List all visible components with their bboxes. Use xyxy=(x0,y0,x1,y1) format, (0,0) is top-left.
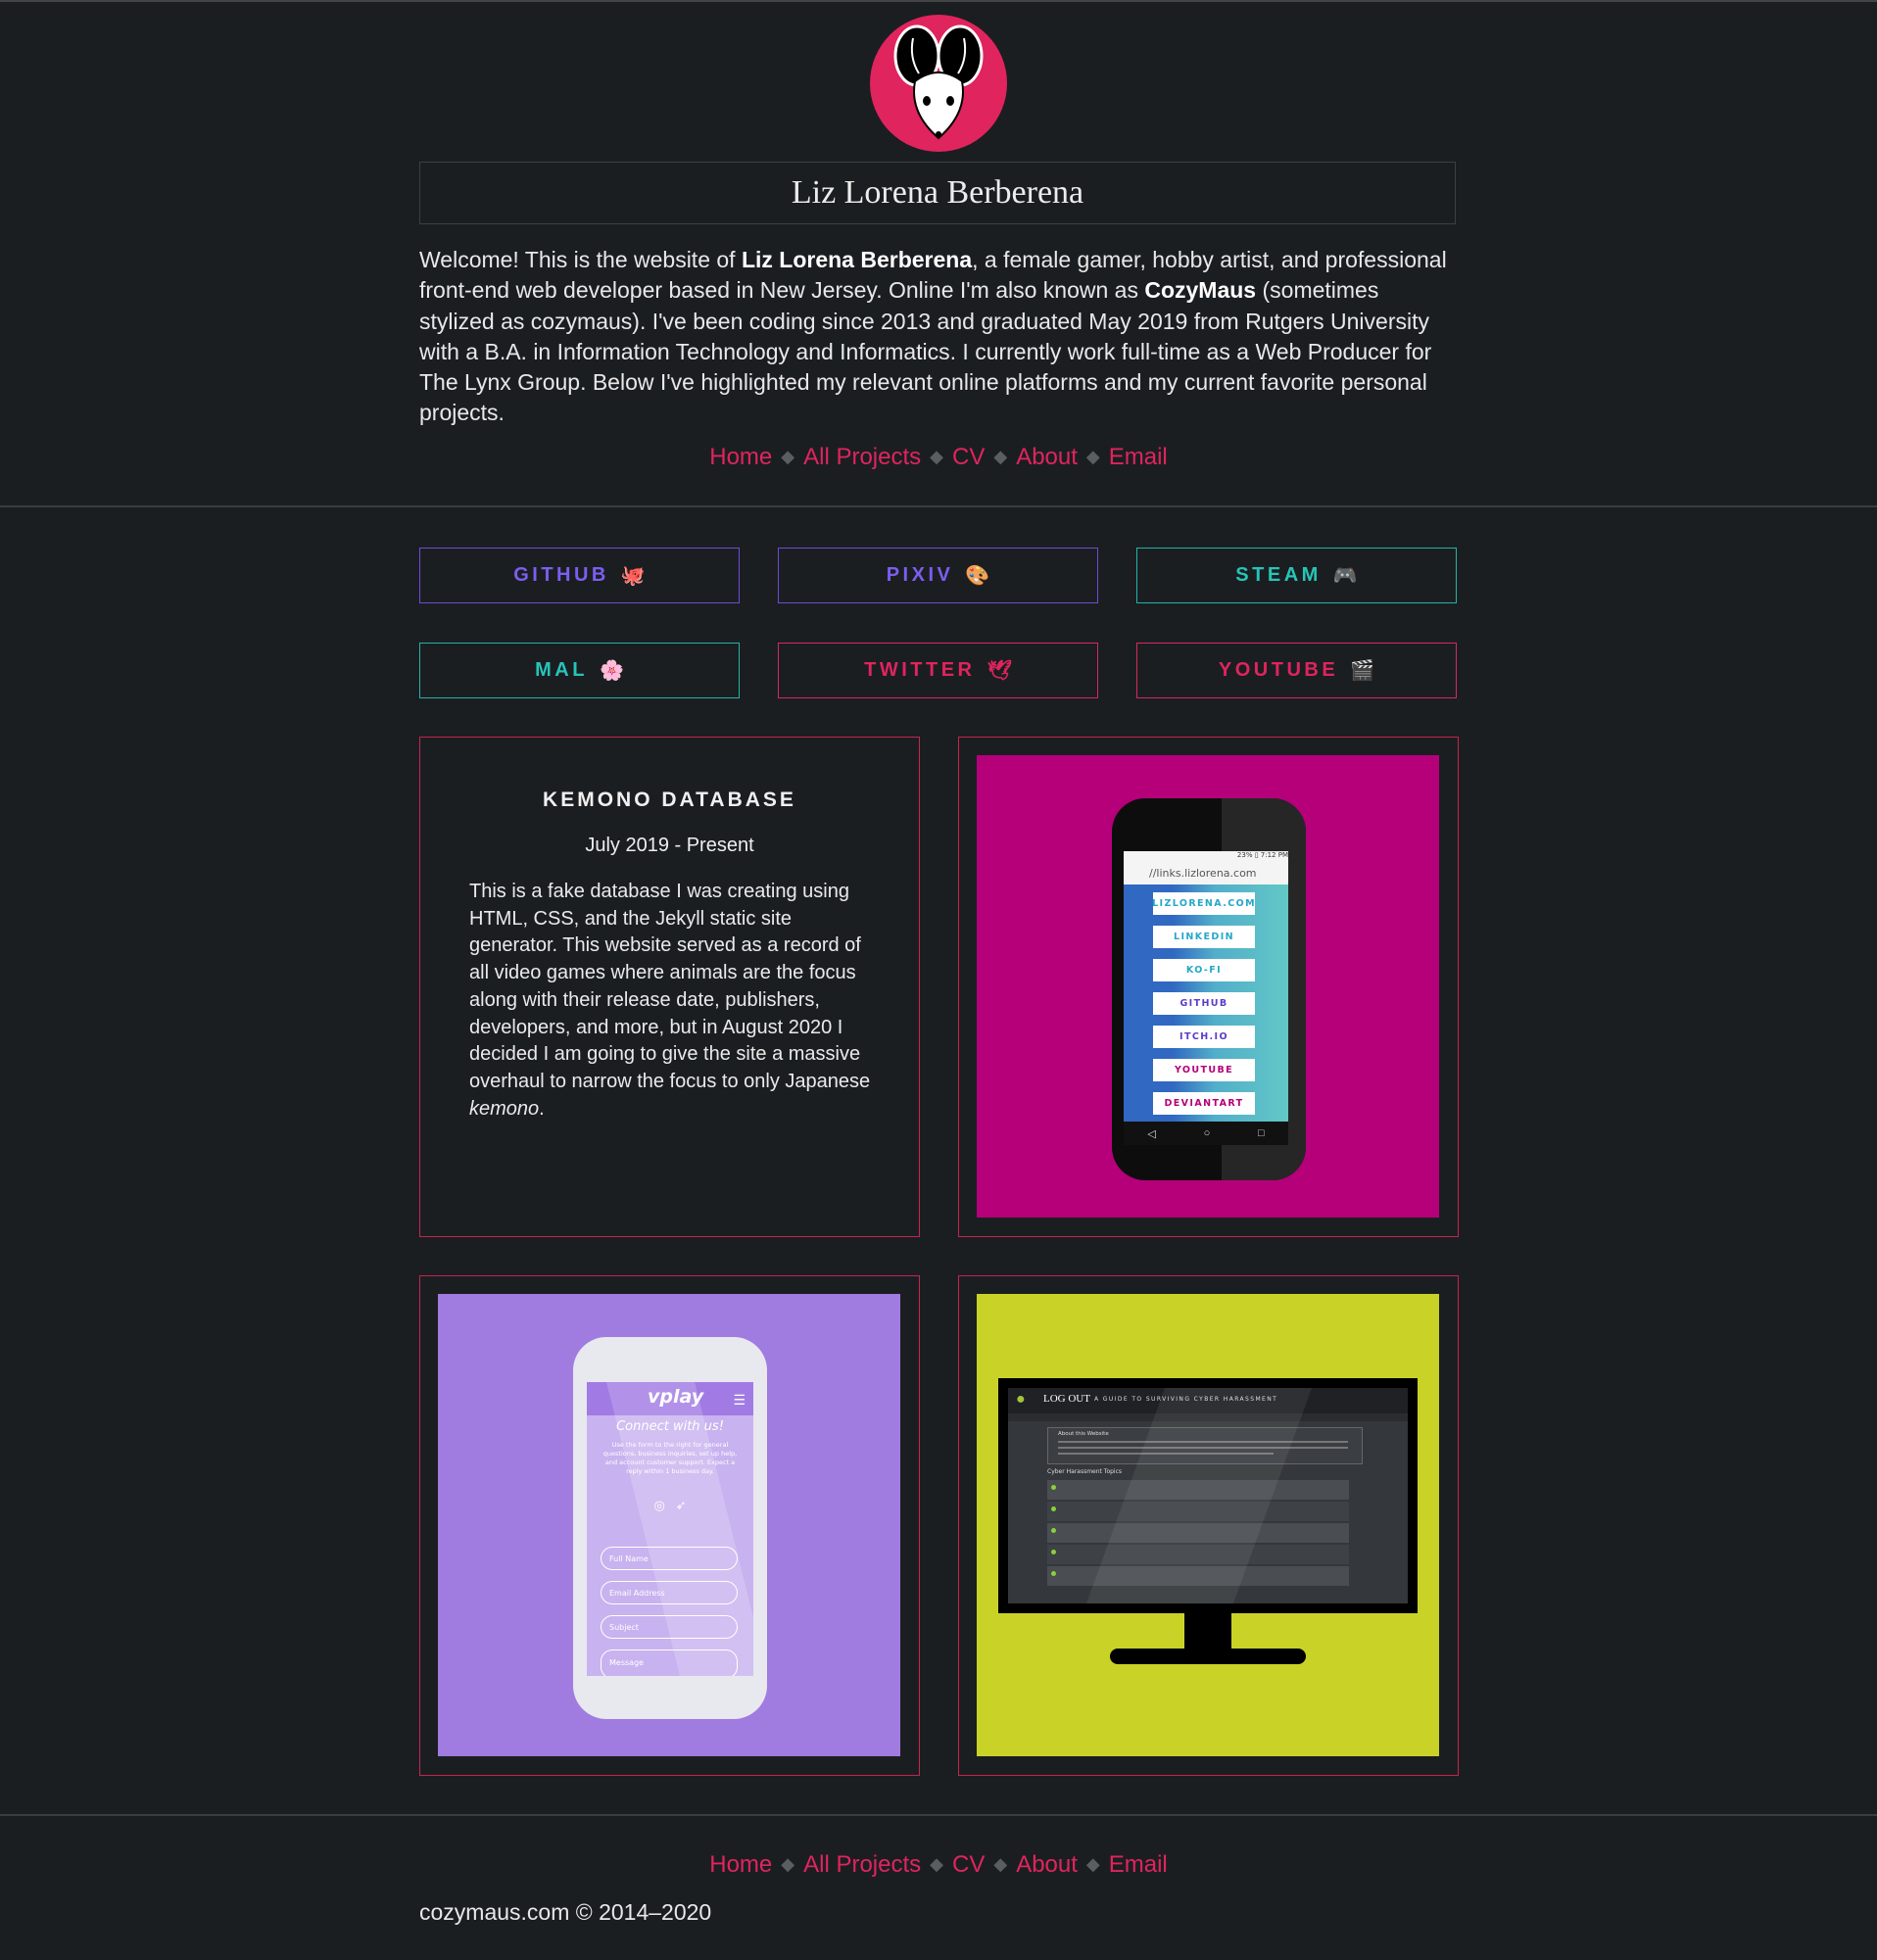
cherry-blossom-icon: 🌸 xyxy=(599,660,624,682)
octopus-icon: 🐙 xyxy=(620,565,646,587)
header-divider xyxy=(0,505,1877,507)
topics-heading: Cyber Harassment Topics xyxy=(1047,1468,1123,1475)
link-button: ITCH.IO xyxy=(1153,1026,1255,1048)
mal-label: MAL xyxy=(535,659,588,681)
nav-separator: ◆ xyxy=(781,447,795,466)
palette-icon: 🎨 xyxy=(965,565,990,587)
link-button: KO-FI xyxy=(1153,959,1255,981)
mouse-icon xyxy=(893,24,984,140)
mal-button[interactable]: MAL 🌸 xyxy=(419,643,740,698)
phone-frame: vplay ☰ Connect with us! Use the form to… xyxy=(573,1337,767,1719)
nav-separator: ◆ xyxy=(1085,1854,1100,1874)
steam-button[interactable]: STEAM 🎮 xyxy=(1136,548,1457,603)
monitor-frame: ● LOG OUT A GUIDE TO SURVIVING CYBER HAR… xyxy=(998,1378,1418,1613)
mouse-avatar-logo[interactable] xyxy=(870,15,1007,152)
project-date: July 2019 - Present xyxy=(585,835,754,856)
phone-screen: vplay ☰ Connect with us! Use the form to… xyxy=(587,1382,753,1676)
phone-frame: 23% ▯ 7:12 PM //links.lizlorena.com LIZL… xyxy=(1112,798,1306,1180)
nav-email-link[interactable]: Email xyxy=(1109,1851,1168,1878)
site-header: Liz Lorena Berberena Welcome! This is th… xyxy=(0,2,1877,505)
link-button: LINKEDIN xyxy=(1153,926,1255,948)
project-title: KEMONO DATABASE xyxy=(543,789,796,811)
project-description: This is a fake database I was creating u… xyxy=(469,881,871,1120)
footer-divider xyxy=(0,1814,1877,1816)
github-label: GITHUB xyxy=(513,564,609,586)
status-bar: 23% ▯ 7:12 PM xyxy=(1236,851,1288,859)
vplay-phone-image: vplay ☰ Connect with us! Use the form to… xyxy=(438,1294,900,1756)
monitor-screen: ● LOG OUT A GUIDE TO SURVIVING CYBER HAR… xyxy=(1008,1388,1408,1603)
twitter-button[interactable]: TWITTER 🕊 xyxy=(778,643,1098,698)
android-nav-bar: ◁ ○ □ xyxy=(1124,1122,1288,1145)
copyright-text: cozymaus.com © 2014–2020 xyxy=(419,1899,712,1925)
logout-monitor-image: ● LOG OUT A GUIDE TO SURVIVING CYBER HAR… xyxy=(977,1294,1439,1756)
steam-label: STEAM xyxy=(1235,564,1322,586)
nav-home-link[interactable]: Home xyxy=(709,444,772,470)
link-button: DEVIANTART xyxy=(1153,1092,1255,1115)
logout-title: LOG OUT xyxy=(1043,1393,1090,1405)
nav-cv-link[interactable]: CV xyxy=(952,1851,985,1878)
site-title: Liz Lorena Berberena xyxy=(419,162,1456,224)
clapper-icon: 🎬 xyxy=(1350,660,1375,682)
footer-nav: Home ◆ All Projects ◆ CV ◆ About ◆ Email xyxy=(0,1851,1877,1879)
phone-screen: 23% ▯ 7:12 PM //links.lizlorena.com LIZL… xyxy=(1124,851,1288,1145)
youtube-button[interactable]: YOUTUBE 🎬 xyxy=(1136,643,1457,698)
project-card-vplay[interactable]: vplay ☰ Connect with us! Use the form to… xyxy=(419,1275,920,1776)
link-button: YOUTUBE xyxy=(1153,1059,1255,1081)
pixiv-button[interactable]: PIXIV 🎨 xyxy=(778,548,1098,603)
link-button: LIZLORENA.COM xyxy=(1152,892,1255,915)
intro-paragraph: Welcome! This is the website of Liz Lore… xyxy=(419,247,1447,426)
url-bar: //links.lizlorena.com xyxy=(1149,866,1257,880)
nav-all-projects-link[interactable]: All Projects xyxy=(803,444,921,470)
project-card-kemono[interactable]: KEMONO DATABASE July 2019 - Present This… xyxy=(419,737,920,1237)
home-icon: ○ xyxy=(1203,1127,1211,1139)
links-page: LIZLORENA.COM LINKEDIN KO-FI GITHUB ITCH… xyxy=(1124,884,1288,1122)
github-button[interactable]: GITHUB 🐙 xyxy=(419,548,740,603)
monitor-base xyxy=(1110,1649,1306,1664)
header-nav: Home ◆ All Projects ◆ CV ◆ About ◆ Email xyxy=(0,444,1877,471)
monitor-stand xyxy=(1184,1613,1231,1652)
links-phone-image: 23% ▯ 7:12 PM //links.lizlorena.com LIZL… xyxy=(977,755,1439,1218)
nav-separator: ◆ xyxy=(781,1854,795,1874)
nav-about-link[interactable]: About xyxy=(1016,444,1078,470)
nav-email-link[interactable]: Email xyxy=(1109,444,1168,470)
dove-icon: 🕊 xyxy=(987,660,1012,682)
nav-cv-link[interactable]: CV xyxy=(952,444,985,470)
twitter-label: TWITTER xyxy=(864,659,976,681)
nav-all-projects-link[interactable]: All Projects xyxy=(803,1851,921,1878)
gamepad-icon: 🎮 xyxy=(1332,565,1358,587)
project-card-links[interactable]: 23% ▯ 7:12 PM //links.lizlorena.com LIZL… xyxy=(958,737,1459,1237)
nav-separator: ◆ xyxy=(993,1854,1008,1874)
nav-separator: ◆ xyxy=(1085,447,1100,466)
back-icon: ◁ xyxy=(1147,1127,1156,1140)
kiwi-bird-icon: ● xyxy=(1016,1391,1026,1408)
link-button: GITHUB xyxy=(1153,992,1255,1015)
nav-separator: ◆ xyxy=(930,1854,943,1874)
project-card-logout[interactable]: ● LOG OUT A GUIDE TO SURVIVING CYBER HAR… xyxy=(958,1275,1459,1776)
nav-about-link[interactable]: About xyxy=(1016,1851,1078,1878)
pixiv-label: PIXIV xyxy=(886,564,954,586)
menu-icon: ☰ xyxy=(733,1392,746,1408)
recents-icon: □ xyxy=(1257,1127,1265,1139)
nav-separator: ◆ xyxy=(993,447,1008,466)
nav-separator: ◆ xyxy=(930,447,943,466)
nav-home-link[interactable]: Home xyxy=(709,1851,772,1878)
youtube-label: YOUTUBE xyxy=(1218,659,1339,681)
